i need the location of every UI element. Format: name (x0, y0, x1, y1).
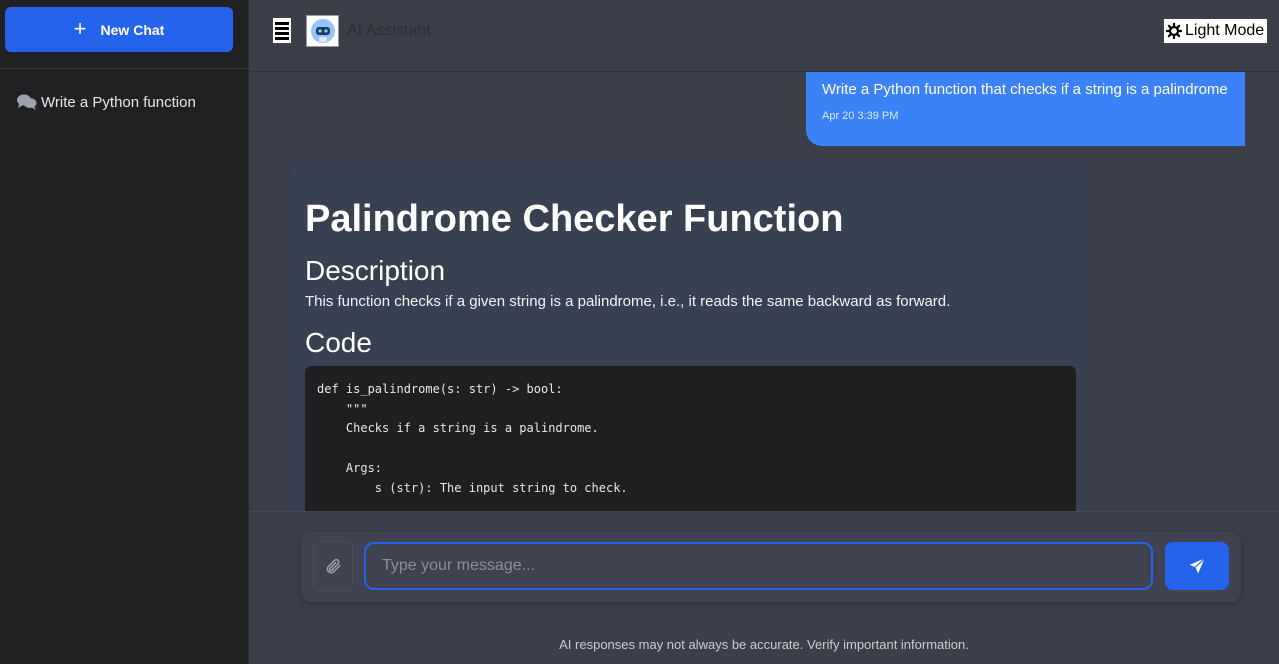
hamburger-line (275, 31, 289, 35)
description-text: This function checks if a given string i… (305, 293, 951, 310)
hamburger-icon (275, 21, 289, 25)
disclaimer-text: AI responses may not always be accurate.… (559, 637, 969, 652)
sidebar-history-item[interactable]: Write a Python function (16, 90, 241, 114)
user-message-time: Apr 20 3:39 PM (822, 110, 899, 122)
light-mode-label: Light Mode (1185, 22, 1265, 39)
robot-icon (310, 19, 335, 43)
code-heading: Code (305, 327, 372, 358)
assistant-message: Palindrome Checker Function Description … (289, 162, 1092, 511)
light-mode-toggle[interactable]: Light Mode (1163, 18, 1268, 44)
chat-area: Write a Python function that checks if a… (249, 72, 1279, 511)
plus-icon: + (73, 15, 87, 41)
send-icon (1189, 558, 1205, 574)
composer (301, 532, 1241, 602)
chat-bubbles-icon (17, 94, 37, 110)
new-chat-label: New Chat (100, 21, 165, 38)
assistant-avatar (306, 15, 339, 47)
top-header: AI Assistant Light Mode (249, 0, 1279, 72)
message-input[interactable] (364, 542, 1153, 590)
sun-gear-icon (1166, 23, 1182, 39)
code-block: def is_palindrome(s: str) -> bool: """ C… (305, 366, 1076, 511)
description-heading: Description (305, 255, 446, 286)
app-title: AI Assistant (347, 22, 431, 39)
paperclip-icon (326, 558, 341, 574)
user-message: Write a Python function that checks if a… (806, 72, 1245, 146)
attach-file-button[interactable] (313, 541, 353, 591)
hamburger-line (275, 26, 289, 30)
history-item-label: Write a Python function (41, 93, 196, 111)
send-button[interactable] (1165, 542, 1229, 590)
sidebar-divider (0, 68, 249, 69)
hamburger-line (275, 36, 289, 40)
response-title: Palindrome Checker Function (305, 198, 844, 240)
user-message-text: Write a Python function that checks if a… (822, 81, 1228, 98)
menu-toggle-button[interactable] (272, 17, 292, 44)
new-chat-button[interactable]: + New Chat (5, 7, 233, 52)
sidebar: + New Chat Write a Python function (0, 0, 249, 664)
composer-area: AI responses may not always be accurate.… (249, 511, 1279, 664)
